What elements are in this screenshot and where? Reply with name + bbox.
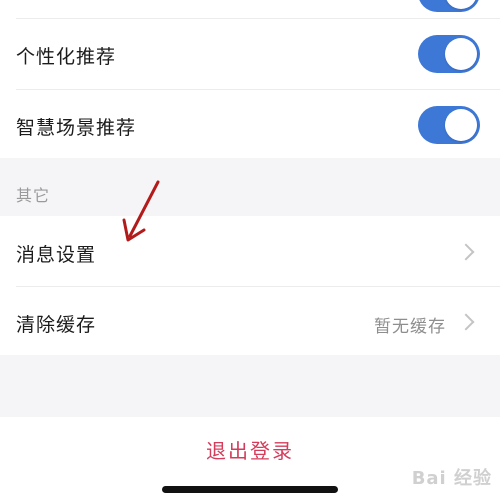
clipped-toggle-switch[interactable] (418, 0, 480, 12)
section-spacer (0, 355, 500, 417)
clear-cache-label: 清除缓存 (16, 314, 97, 336)
annotation-arrow-icon (122, 180, 160, 242)
watermark-logo: Bai 经验 (411, 468, 492, 489)
personalized-recommendation-row: 个性化推荐 (0, 19, 500, 89)
message-settings-label: 消息设置 (16, 244, 97, 266)
personalized-recommendation-toggle[interactable] (418, 35, 480, 73)
other-section-header: 其它 (0, 158, 500, 216)
clipped-setting-row (0, 0, 500, 18)
smart-scene-recommendation-toggle[interactable] (418, 106, 480, 144)
home-indicator[interactable] (162, 486, 338, 493)
settings-screen: 个性化推荐 智慧场景推荐 其它 消息设置 清除缓存 暂无缓存 退出登录 Bai (0, 0, 500, 500)
toggle-knob (445, 109, 477, 141)
smart-scene-recommendation-label: 智慧场景推荐 (16, 117, 137, 139)
cache-status-value: 暂无缓存 (374, 317, 446, 337)
message-settings-row[interactable]: 消息设置 (0, 216, 500, 286)
chevron-right-icon (457, 243, 475, 261)
other-section-title: 其它 (16, 186, 51, 205)
clear-cache-row[interactable]: 清除缓存 暂无缓存 (0, 287, 500, 355)
toggle-knob (445, 0, 477, 9)
smart-scene-recommendation-row: 智慧场景推荐 (0, 90, 500, 158)
personalized-recommendation-label: 个性化推荐 (16, 46, 117, 68)
toggle-knob (445, 38, 477, 70)
logout-button[interactable]: 退出登录 (0, 435, 500, 464)
chevron-right-icon (457, 313, 475, 331)
